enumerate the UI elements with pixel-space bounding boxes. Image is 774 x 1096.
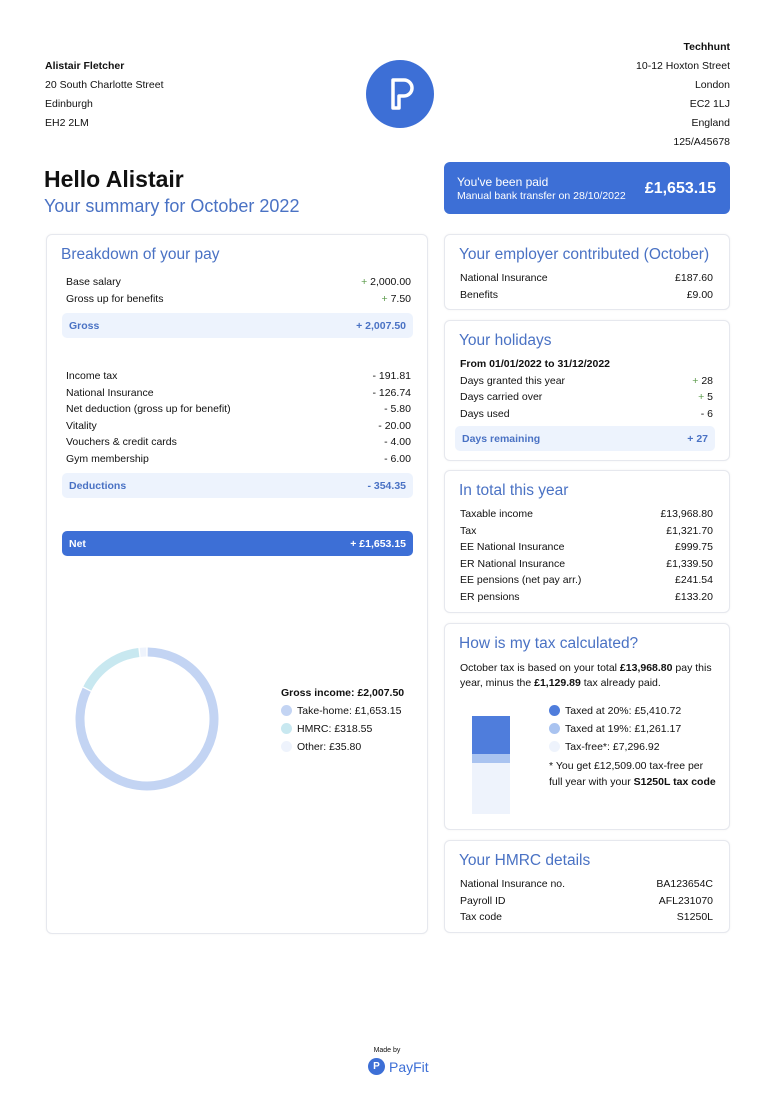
legend-item: HMRC: £318.55 (281, 720, 404, 738)
data-row: Payroll ID AFL231070 (460, 894, 713, 907)
logo-p-icon (391, 78, 414, 110)
data-row: EE National Insurance £999.75 (460, 541, 713, 553)
tax-explanation: October tax is based on your total £13,9… (460, 662, 712, 689)
card-title: In total this year (459, 482, 569, 499)
data-row: National Insurance no. BA123654C (460, 878, 713, 890)
data-row: Days used - 6 (460, 407, 713, 420)
paid-amount: £1,653.15 (644, 180, 716, 197)
deductions-total: Deductions - 354.35 (62, 473, 413, 498)
payfit-logo (366, 60, 434, 128)
data-row: Days granted this year + 28 (460, 374, 713, 387)
hmrc-card: Your HMRC details National Insurance no.… (444, 840, 730, 933)
tax-bar-segment-1 (472, 753, 510, 763)
legend-item: Taxed at 19%: £1,261.17 (549, 720, 719, 738)
donut-segment-1 (83, 648, 140, 691)
gross-total: Gross + 2,007.50 (62, 313, 413, 338)
card-title: Your employer contributed (October) (459, 246, 710, 263)
summary-title: Your summary for October 2022 (44, 196, 300, 216)
data-row: Tax code S1250L (460, 911, 713, 923)
data-row: EE pensions (net pay arr.) £241.54 (460, 574, 713, 586)
card-title: Your holidays (459, 332, 552, 349)
paid-title: You've been paid (457, 175, 549, 189)
payfit-footer-logo: P PayFit (368, 1058, 429, 1075)
earning-row: Gross up for benefits + 7.50 (66, 292, 411, 305)
data-row: Vouchers & credit cards - 4.00 (66, 436, 411, 448)
employer-address: Techhunt 10-12 Hoxton Street London EC2 … (636, 38, 730, 152)
contrib-row: National Insurance £187.60 (460, 272, 713, 284)
legend-item: Taxed at 20%: £5,410.72 (549, 702, 719, 720)
address-line: England (691, 117, 730, 129)
income-donut-chart (75, 647, 219, 791)
earning-row: Base salary + 2,000.00 (66, 276, 411, 288)
data-row: Vitality - 20.00 (66, 419, 411, 432)
tax-bar-segment-0 (472, 716, 510, 754)
data-row: Income tax - 191.81 (66, 370, 411, 382)
total-year-card: In total this year Taxable income £13,968… (444, 470, 730, 613)
data-row: Gym membership - 6.00 (66, 452, 411, 465)
address-line: Edinburgh (45, 98, 93, 110)
donut-legend: Gross income: £2,007.50 Take-home: £1,65… (281, 684, 404, 756)
made-by-label: Made by (373, 1047, 401, 1054)
data-row: Tax £1,321.70 (460, 524, 713, 537)
tax-calc-card: How is my tax calculated? October tax is… (444, 623, 730, 830)
greeting: Hello Alistair (44, 166, 184, 192)
card-title: Breakdown of your pay (61, 246, 220, 263)
address-line: 10-12 Hoxton Street (636, 60, 730, 72)
payfit-icon: P (368, 1058, 385, 1075)
paid-subtitle: Manual bank transfer on 28/10/2022 (457, 190, 626, 202)
paid-banner: You've been paid Manual bank transfer on… (444, 162, 730, 214)
net-total: Net + £1,653.15 (62, 531, 413, 556)
address-line: 20 South Charlotte Street (45, 79, 164, 91)
donut-title: Gross income: £2,007.50 (281, 687, 405, 699)
contrib-row: Benefits £9.00 (460, 288, 713, 301)
data-row: National Insurance - 126.74 (66, 386, 411, 399)
data-row: Net deduction (gross up for benefit) - 5.… (66, 403, 411, 415)
holidays-card: Your holidays From 01/01/2022 to 31/12/2… (444, 320, 730, 461)
breakdown-card: Breakdown of your pay Base salary + 2,000… (46, 234, 428, 934)
card-title: Your HMRC details (459, 852, 591, 869)
tax-bar-segment-2 (472, 762, 510, 814)
address-line: London (694, 79, 730, 91)
employee-name: Alistair Fletcher (45, 60, 125, 72)
data-row: ER National Insurance £1,339.50 (460, 557, 713, 570)
data-row: Taxable income £13,968.80 (460, 508, 713, 520)
tax-legend: Taxed at 20%: £5,410.72 Taxed at 19%: £1… (549, 702, 719, 790)
card-title: How is my tax calculated? (459, 635, 639, 652)
employer-contribution-card: Your employer contributed (October) Nati… (444, 234, 730, 310)
legend-item: Tax-free*: £7,296.92 (549, 738, 719, 756)
legend-item: Take-home: £1,653.15 (281, 702, 404, 720)
days-remaining: Days remaining + 27 (455, 426, 715, 451)
holiday-period: From 01/01/2022 to 31/12/2022 (460, 358, 611, 370)
tax-free-note: * You get £12,509.00 tax-free per full y… (549, 760, 716, 788)
payfit-brand: PayFit (389, 1058, 429, 1075)
employee-address: Alistair Fletcher 20 South Charlotte Str… (45, 57, 164, 133)
address-line: 125/A45678 (673, 136, 730, 148)
address-line: EH2 2LM (45, 117, 89, 129)
legend-item: Other: £35.80 (281, 738, 404, 756)
employer-name: Techhunt (683, 41, 730, 53)
data-row: ER pensions £133.20 (460, 590, 713, 603)
address-line: EC2 1LJ (689, 98, 730, 110)
tax-bar-chart (472, 716, 510, 814)
data-row: Days carried over + 5 (460, 391, 713, 403)
